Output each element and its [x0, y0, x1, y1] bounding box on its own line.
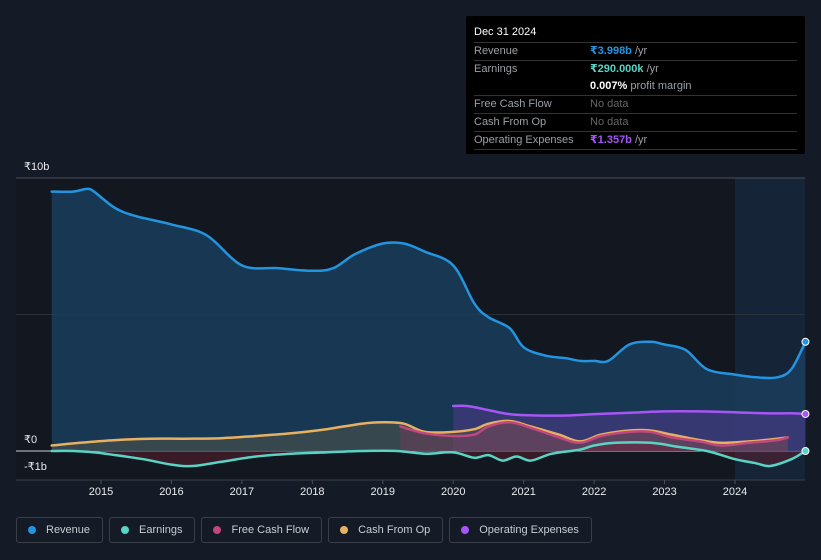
- x-tick-label: 2024: [723, 486, 747, 498]
- legend-label: Operating Expenses: [479, 524, 579, 536]
- hover-tooltip: Dec 31 2024 Revenue ₹3.998b /yr Earnings ₹2…: [466, 16, 805, 154]
- legend-label: Cash From Op: [358, 524, 431, 536]
- x-axis: 2015 2016 2017 2018 2019 2020 2021 2022 2023 2024: [89, 480, 747, 498]
- endpoint-earnings: [801, 447, 810, 455]
- chart-legend: Revenue Earnings Free Cash Flow Cash From O…: [16, 517, 592, 543]
- tooltip-value: ₹290.000k /yr: [590, 63, 659, 75]
- tooltip-label: Operating Expenses: [474, 134, 574, 146]
- tooltip-value: 0.007% profit margin: [590, 80, 692, 92]
- tooltip-row: 0.007% profit margin: [474, 78, 797, 95]
- tooltip-label: Cash From Op: [474, 116, 547, 128]
- legend-item-free-cash-flow[interactable]: Free Cash Flow: [201, 517, 323, 543]
- tooltip-value: No data: [590, 98, 629, 110]
- legend-dot-icon: [28, 526, 36, 534]
- tooltip-row: Operating Expenses ₹1.357b /yr: [474, 131, 797, 150]
- tooltip-label: Free Cash Flow: [474, 98, 552, 110]
- legend-item-operating-expenses[interactable]: Operating Expenses: [449, 517, 592, 543]
- x-tick-label: 2020: [441, 486, 465, 498]
- tooltip-row: Cash From Op No data: [474, 113, 797, 131]
- legend-dot-icon: [340, 526, 349, 534]
- x-tick-label: 2016: [159, 486, 183, 498]
- legend-dot-icon: [213, 526, 222, 534]
- x-tick-label: 2021: [511, 486, 535, 498]
- legend-item-earnings[interactable]: Earnings: [109, 517, 196, 543]
- x-tick-label: 2019: [371, 486, 395, 498]
- tooltip-row: Free Cash Flow No data: [474, 95, 797, 113]
- x-tick-label: 2023: [652, 486, 676, 498]
- endpoint-operating-expenses: [801, 409, 810, 418]
- legend-label: Revenue: [46, 524, 91, 536]
- tooltip-value: ₹1.357b /yr: [590, 134, 648, 146]
- legend-item-revenue[interactable]: Revenue: [16, 517, 104, 543]
- x-tick-label: 2018: [300, 486, 324, 498]
- tooltip-row: Earnings ₹290.000k /yr: [474, 60, 797, 78]
- x-tick-label: 2022: [582, 486, 606, 498]
- x-tick-label: 2015: [89, 486, 113, 498]
- x-tick-label: 2017: [230, 486, 254, 498]
- tooltip-row: Revenue ₹3.998b /yr: [474, 42, 797, 60]
- tooltip-date: Dec 31 2024: [474, 26, 537, 38]
- legend-item-cash-from-op[interactable]: Cash From Op: [328, 517, 444, 543]
- tooltip-label: Revenue: [474, 45, 519, 57]
- y-tick-label: -₹1b: [24, 461, 47, 473]
- tooltip-label: Earnings: [474, 63, 518, 75]
- tooltip-value: ₹3.998b /yr: [590, 45, 648, 57]
- legend-dot-icon: [121, 526, 130, 534]
- legend-dot-icon: [461, 526, 470, 534]
- tooltip-rows: Revenue ₹3.998b /yr Earnings ₹290.000k /yr 0…: [474, 42, 797, 150]
- y-tick-label: ₹0: [24, 434, 37, 446]
- endpoint-revenue: [801, 337, 810, 346]
- tooltip-label: [474, 78, 590, 95]
- legend-label: Earnings: [139, 524, 183, 536]
- y-tick-label: ₹10b: [24, 161, 49, 173]
- tooltip-value: No data: [590, 116, 629, 128]
- legend-label: Free Cash Flow: [231, 524, 310, 536]
